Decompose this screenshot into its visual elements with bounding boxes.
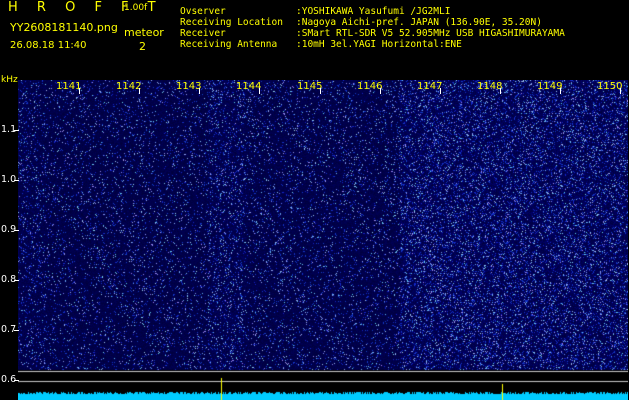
- receiver-row: Receiver :SMart RTL-SDR V5 52.905MHz USB …: [180, 28, 565, 39]
- x-tick: [139, 88, 140, 94]
- antenna-value: :10mH 3el.YAGI Horizontal:ENE: [296, 39, 462, 50]
- x-tick-label: 1145: [297, 81, 323, 92]
- x-tick-label: 1150: [597, 81, 623, 92]
- y-tick: [14, 280, 19, 281]
- version-label: 1.00f: [124, 3, 148, 13]
- antenna-label: Receiving Antenna: [180, 39, 278, 50]
- x-tick-label: 1148: [477, 81, 503, 92]
- meteor-label: meteor: [124, 26, 164, 39]
- x-tick: [380, 88, 381, 94]
- y-tick: [14, 380, 19, 381]
- antenna-row: Receiving Antenna :10mH 3el.YAGI Horizont…: [180, 39, 565, 50]
- location-row: Receiving Location :Nagoya Aichi-pref. JA…: [180, 17, 565, 28]
- y-axis-unit: kHz: [1, 75, 18, 85]
- x-tick-label: 1144: [236, 81, 262, 92]
- observer-label: Ovserver: [180, 6, 226, 17]
- x-tick-label: 1142: [116, 81, 142, 92]
- observer-value: :YOSHIKAWA Yasufumi /JG2MLI: [296, 6, 451, 17]
- y-tick: [14, 330, 19, 331]
- x-tick: [320, 88, 321, 94]
- x-tick-label: 1143: [176, 81, 202, 92]
- receiver-value: :SMart RTL-SDR V5 52.905MHz USB HIGASHIM…: [296, 28, 565, 39]
- y-tick: [14, 130, 19, 131]
- x-tick: [440, 88, 441, 94]
- observer-row: Ovserver :YOSHIKAWA Yasufumi /JG2MLI: [180, 6, 565, 17]
- x-tick-label: 1141: [56, 81, 82, 92]
- x-tick: [199, 88, 200, 94]
- x-tick: [560, 88, 561, 94]
- y-tick: [14, 230, 19, 231]
- x-tick-label: 1146: [357, 81, 383, 92]
- y-tick: [14, 180, 19, 181]
- x-tick-label: 1147: [417, 81, 443, 92]
- location-label: Receiving Location: [180, 17, 283, 28]
- station-info: Ovserver :YOSHIKAWA Yasufumi /JG2MLI Rece…: [180, 6, 565, 50]
- spectrogram: [18, 80, 628, 400]
- x-tick: [259, 88, 260, 94]
- x-tick: [620, 88, 621, 94]
- receiver-label: Receiver: [180, 28, 226, 39]
- filename-label: YY2608181140.png: [10, 21, 118, 34]
- meteor-count: 2: [139, 40, 146, 53]
- x-tick-label: 1149: [537, 81, 563, 92]
- datetime-label: 26.08.18 11:40: [10, 40, 87, 51]
- x-tick: [500, 88, 501, 94]
- x-tick: [79, 88, 80, 94]
- location-value: :Nagoya Aichi-pref. JAPAN (136.90E, 35.2…: [296, 17, 542, 28]
- hroff-screen: H R O F F T 1.00f YY2608181140.png 26.08…: [0, 0, 629, 400]
